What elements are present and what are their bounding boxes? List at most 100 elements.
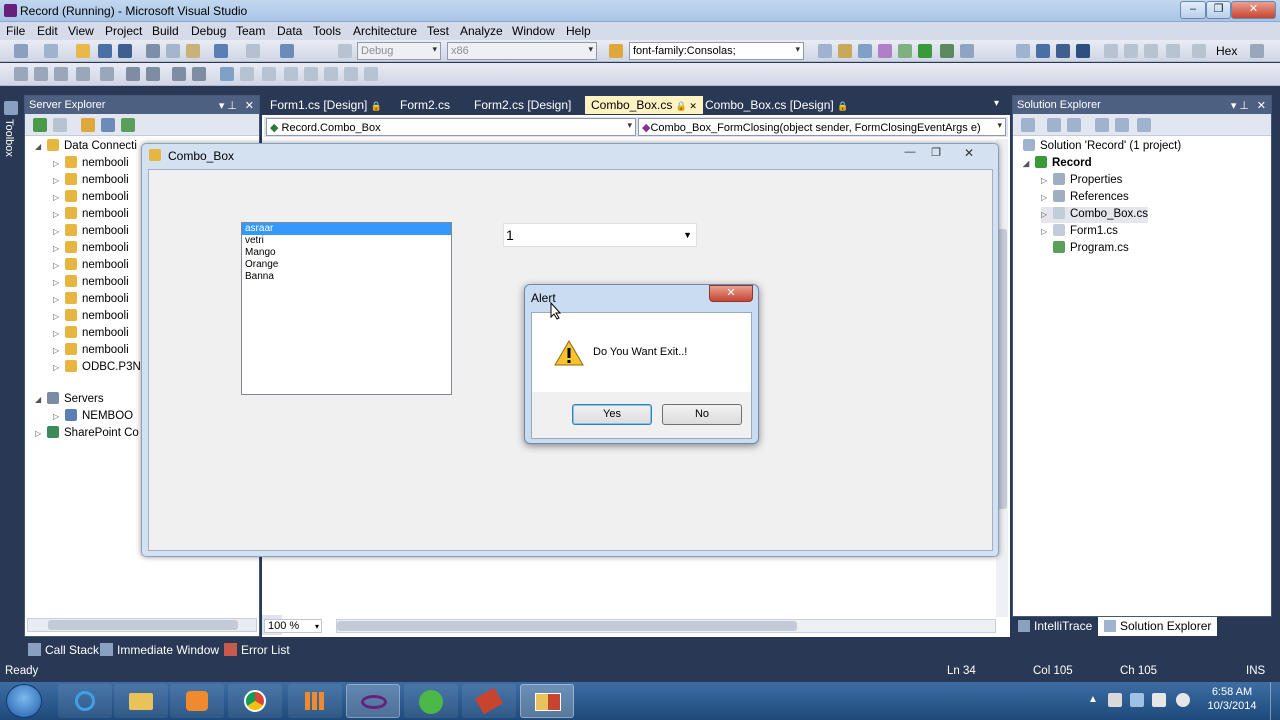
decrease-indent-icon[interactable] [126,67,140,81]
type-dropdown[interactable]: ◆ Record.Combo_Box ▾ [266,118,636,136]
parameter-info-icon[interactable] [34,67,48,81]
menu-file[interactable]: File [6,24,25,38]
tree-servers[interactable]: ◢ Servers [35,392,104,408]
tab-combo-box-design[interactable]: Combo_Box.cs [Design] 🔒 [699,96,854,114]
network-icon[interactable] [1130,693,1144,707]
tree-connection[interactable]: ▷ nembooli [53,326,129,342]
redo-icon[interactable] [246,44,260,58]
tree-connection[interactable]: ▷ nembooli [53,258,129,274]
class-diagram-icon[interactable] [1137,118,1151,132]
quick-info-icon[interactable] [54,67,68,81]
hex-toggle[interactable]: Hex [1216,44,1237,58]
toolbox-strip[interactable]: Toolbox [0,95,22,637]
menu-window[interactable]: Window [512,24,555,38]
show-desktop-button[interactable] [1270,682,1280,720]
previous-bookmark-folder-icon[interactable] [284,67,298,81]
minimize-button[interactable]: – [1180,1,1206,19]
stop-debugging-icon[interactable] [1056,44,1070,58]
restart-icon[interactable] [1076,44,1090,58]
tab-solution-explorer[interactable]: Solution Explorer [1098,617,1218,636]
open-file-icon[interactable] [76,44,90,58]
scroll-thumb[interactable] [337,621,797,631]
volume-icon[interactable] [1176,693,1190,707]
next-bookmark-folder-icon[interactable] [304,67,318,81]
file-explorer-icon[interactable] [114,684,168,718]
tree-program-cs[interactable]: Program.cs [1041,241,1129,257]
connect-sharepoint-icon[interactable] [121,118,135,132]
view-designer-icon[interactable] [1115,118,1129,132]
list-item[interactable]: Orange [242,259,451,271]
menu-tools[interactable]: Tools [313,24,341,38]
tree-references[interactable]: ▷ References [1041,190,1129,206]
step-over-icon[interactable] [1124,44,1138,58]
list-item[interactable]: Mango [242,247,451,259]
menu-view[interactable]: View [68,24,94,38]
close-button[interactable]: ✕ [1231,1,1276,19]
fruit-listbox[interactable]: asraar vetri Mango Orange Banna [241,222,452,395]
tree-form1-cs[interactable]: ▷ Form1.cs [1041,224,1118,240]
step-out-icon[interactable] [1144,44,1158,58]
refresh-icon[interactable] [1067,118,1081,132]
command-window-icon[interactable] [940,44,954,58]
add-item-icon[interactable] [44,44,58,58]
tree-connection[interactable]: ▷ nembooli [53,156,129,172]
display-word-icon[interactable] [100,67,114,81]
save-all-icon[interactable] [118,44,132,58]
tab-call-stack[interactable]: Call Stack [28,643,99,657]
tools-app-icon[interactable] [462,684,516,718]
tab-combo-box[interactable]: Combo_Box.cs 🔒 ✕ [585,96,703,114]
window-layout-icon[interactable] [960,44,974,58]
yes-button[interactable]: Yes [572,404,652,425]
list-item[interactable]: asraar [242,223,451,235]
breakpoint-icon[interactable] [1192,44,1206,58]
next-in-document-icon[interactable] [364,67,378,81]
system-clock[interactable]: 6:58 AM 10/3/2014 [1201,686,1263,712]
next-bookmark-icon[interactable] [262,67,276,81]
tab-form2[interactable]: Form2.cs [394,96,456,114]
uncomment-icon[interactable] [192,67,206,81]
keyboard-icon[interactable] [1152,693,1166,707]
connect-server-icon[interactable] [101,118,115,132]
action-center-icon[interactable] [1108,693,1122,707]
properties-icon[interactable] [838,44,852,58]
form-minimize-button[interactable]: — [898,146,922,162]
metro-apps-icon[interactable] [288,684,342,718]
running-form-taskbar-icon[interactable] [520,684,574,718]
comment-out-icon[interactable] [172,67,186,81]
object-browser-icon[interactable] [858,44,872,58]
start-button[interactable] [6,684,42,718]
stop-refresh-icon[interactable] [53,118,67,132]
tree-properties[interactable]: ▷ Properties [1041,173,1122,189]
tab-intellitrace[interactable]: IntelliTrace [1018,619,1092,633]
menu-architecture[interactable]: Architecture [353,24,417,38]
refresh-icon[interactable] [33,118,47,132]
no-button[interactable]: No [662,404,742,425]
visual-studio-taskbar-icon[interactable] [346,684,400,718]
show-all-files-icon[interactable] [1047,118,1061,132]
menu-build[interactable]: Build [152,24,179,38]
paste-icon[interactable] [186,44,200,58]
tree-connection[interactable]: ▷ nembooli [53,224,129,240]
copy-icon[interactable] [166,44,180,58]
panel-close-icon[interactable]: ✕ [1257,99,1266,112]
restore-button[interactable]: ❐ [1206,1,1231,19]
editor-horizontal-scrollbar[interactable] [336,619,996,633]
connect-database-icon[interactable] [81,118,95,132]
toggle-bookmark-icon[interactable] [220,67,234,81]
pin-icon[interactable]: ▾ ⊥ [1231,99,1249,112]
tree-combo-box-cs[interactable]: ▷ Combo_Box.cs [1041,207,1148,223]
internet-explorer-icon[interactable] [58,684,112,718]
list-item[interactable]: vetri [242,235,451,247]
menu-analyze[interactable]: Analyze [460,24,503,38]
panel-close-icon[interactable]: ✕ [245,99,254,112]
horizontal-scrollbar[interactable] [27,618,257,632]
find-in-files-icon[interactable] [609,44,623,58]
complete-word-icon[interactable] [76,67,90,81]
find-combo[interactable]: font-family:Consolas; ▾ [629,42,804,60]
show-hidden-icons[interactable]: ▲ [1088,694,1098,705]
solution-explorer-icon[interactable] [818,44,832,58]
list-item[interactable]: Banna [242,271,451,283]
tree-connection[interactable]: ▷ nembooli [53,309,129,325]
list-members-icon[interactable] [14,67,28,81]
increase-indent-icon[interactable] [146,67,160,81]
